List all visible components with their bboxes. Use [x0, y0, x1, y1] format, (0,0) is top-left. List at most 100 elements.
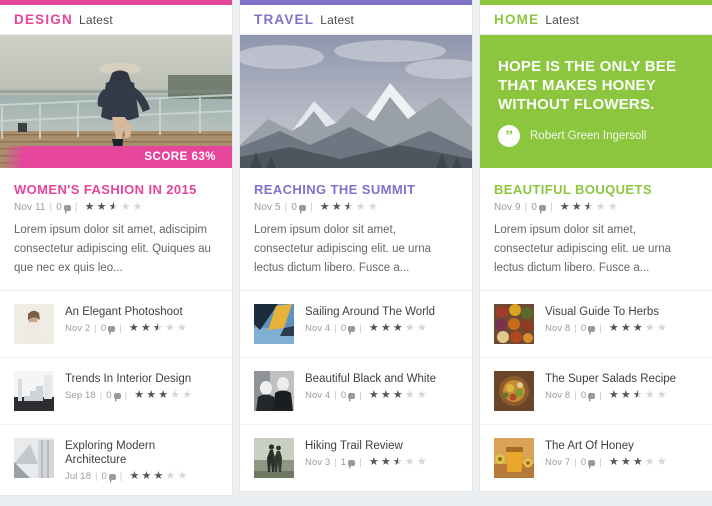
item-title[interactable]: Sailing Around The World — [305, 305, 458, 319]
post-meta: Sep 18 | 0 | ★★★★★ — [65, 390, 218, 401]
comment-bubble-icon — [588, 393, 595, 399]
rating-stars: ★★★★★ — [609, 323, 669, 334]
list-item[interactable]: Visual Guide To Herbs Nov 8 | 0 | ★★★★★ — [480, 291, 712, 358]
comment-bubble-icon — [348, 460, 355, 466]
star-icon: ★ — [393, 323, 404, 334]
quote-author: Robert Green Ingersoll — [530, 130, 646, 142]
star-icon: ★ — [393, 457, 404, 468]
comment-count: 0 — [581, 457, 586, 468]
star-icon: ★ — [633, 390, 644, 401]
category-name[interactable]: DESIGN — [14, 12, 73, 27]
category-name[interactable]: HOME — [494, 12, 539, 27]
comment-bubble-icon — [299, 205, 306, 211]
rating-stars: ★★★★★ — [129, 323, 189, 334]
featured-title[interactable]: WOMEN'S FASHION IN 2015 — [14, 182, 218, 197]
category-column-design: DESIGN Latest — [0, 0, 232, 495]
category-subtitle[interactable]: Latest — [545, 13, 579, 27]
item-thumbnail — [494, 304, 534, 344]
star-icon: ★ — [320, 202, 331, 213]
comment-bubble-icon — [114, 393, 121, 399]
star-icon: ★ — [121, 202, 132, 213]
item-thumbnail — [14, 371, 54, 411]
category-name[interactable]: TRAVEL — [254, 12, 314, 27]
star-icon: ★ — [405, 323, 416, 334]
quote-attribution: ” Robert Green Ingersoll — [498, 125, 694, 147]
rating-stars: ★★★★★ — [609, 457, 669, 468]
list-item[interactable]: Sailing Around The World Nov 4 | 0 | ★★★… — [240, 291, 472, 358]
item-thumbnail — [254, 371, 294, 411]
comment-bubble-icon — [539, 205, 546, 211]
star-icon: ★ — [572, 202, 583, 213]
star-icon: ★ — [356, 202, 367, 213]
star-icon: ★ — [560, 202, 571, 213]
hero-image[interactable]: SCORE 63% — [0, 35, 232, 168]
list-item[interactable]: An Elegant Photoshoot Nov 2 | 0 | ★★★★★ — [0, 291, 232, 358]
featured-post[interactable]: REACHING THE SUMMIT Nov 5 | 0 | ★★★★★ Lo… — [240, 168, 472, 291]
star-icon: ★ — [608, 202, 619, 213]
star-icon: ★ — [97, 202, 108, 213]
post-date: Sep 18 — [65, 390, 96, 401]
featured-excerpt: Lorem ipsum dolor sit amet, consectetur … — [254, 221, 458, 278]
list-item[interactable]: Beautiful Black and White Nov 4 | 0 | ★★… — [240, 358, 472, 425]
star-icon: ★ — [146, 390, 157, 401]
item-title[interactable]: Trends In Interior Design — [65, 372, 218, 386]
category-column-home: HOME Latest HOPE IS THE ONLY BEE THAT MA… — [480, 0, 712, 491]
list-item[interactable]: Trends In Interior Design Sep 18 | 0 | ★… — [0, 358, 232, 425]
comment-count: 0 — [102, 471, 107, 482]
featured-post[interactable]: WOMEN'S FASHION IN 2015 Nov 11 | 0 | ★★★… — [0, 168, 232, 291]
star-icon: ★ — [369, 323, 380, 334]
item-title[interactable]: Beautiful Black and White — [305, 372, 458, 386]
list-item[interactable]: Exploring Modern Architecture Jul 18 | 0… — [0, 425, 232, 495]
comment-count: 0 — [531, 202, 537, 213]
star-icon: ★ — [130, 471, 141, 482]
post-meta: Nov 8 | 0 | ★★★★★ — [545, 323, 698, 334]
item-title[interactable]: Exploring Modern Architecture — [65, 439, 218, 467]
item-title[interactable]: The Super Salads Recipe — [545, 372, 698, 386]
post-date: Nov 5 — [254, 202, 281, 213]
star-icon: ★ — [129, 323, 140, 334]
item-title[interactable]: Visual Guide To Herbs — [545, 305, 698, 319]
featured-post[interactable]: BEAUTIFUL BOUQUETS Nov 9 | 0 | ★★★★★ Lor… — [480, 168, 712, 291]
star-icon: ★ — [609, 457, 620, 468]
item-title[interactable]: The Art Of Honey — [545, 439, 698, 453]
item-title[interactable]: An Elegant Photoshoot — [65, 305, 218, 319]
featured-title[interactable]: REACHING THE SUMMIT — [254, 182, 458, 197]
hero-image[interactable] — [240, 35, 472, 168]
item-body: Beautiful Black and White Nov 4 | 0 | ★★… — [305, 371, 458, 401]
category-header: DESIGN Latest — [0, 5, 232, 35]
post-meta: Nov 3 | 1 | ★★★★★ — [305, 457, 458, 468]
star-icon: ★ — [609, 323, 620, 334]
list-item[interactable]: The Art Of Honey Nov 7 | 0 | ★★★★★ — [480, 425, 712, 491]
star-icon: ★ — [134, 390, 145, 401]
featured-title[interactable]: BEAUTIFUL BOUQUETS — [494, 182, 698, 197]
star-icon: ★ — [178, 471, 189, 482]
rating-stars: ★★★★★ — [130, 471, 190, 482]
featured-excerpt: Lorem ipsum dolor sit amet, consectetur … — [494, 221, 698, 278]
quote-hero: HOPE IS THE ONLY BEE THAT MAKES HONEY WI… — [480, 35, 712, 168]
rating-stars: ★★★★★ — [320, 202, 380, 213]
comment-bubble-icon — [588, 460, 595, 466]
comment-bubble-icon — [348, 326, 355, 332]
star-icon: ★ — [170, 390, 181, 401]
item-title[interactable]: Hiking Trail Review — [305, 439, 458, 453]
quotation-mark-icon: ” — [498, 125, 520, 147]
star-icon: ★ — [182, 390, 193, 401]
rating-stars: ★★★★★ — [85, 202, 145, 213]
post-date: Nov 9 — [494, 202, 521, 213]
list-item[interactable]: Hiking Trail Review Nov 3 | 1 | ★★★★★ — [240, 425, 472, 491]
item-body: An Elegant Photoshoot Nov 2 | 0 | ★★★★★ — [65, 304, 218, 334]
star-icon: ★ — [344, 202, 355, 213]
star-icon: ★ — [621, 390, 632, 401]
hero-photo — [240, 35, 472, 168]
category-subtitle[interactable]: Latest — [320, 13, 354, 27]
star-icon: ★ — [393, 390, 404, 401]
list-item[interactable]: The Super Salads Recipe Nov 8 | 0 | ★★★★… — [480, 358, 712, 425]
star-icon: ★ — [158, 390, 169, 401]
post-date: Nov 8 — [545, 390, 570, 401]
star-icon: ★ — [645, 323, 656, 334]
star-icon: ★ — [381, 390, 392, 401]
post-meta: Nov 2 | 0 | ★★★★★ — [65, 323, 218, 334]
category-subtitle[interactable]: Latest — [79, 13, 113, 27]
star-icon: ★ — [621, 323, 632, 334]
comment-count: 0 — [341, 390, 346, 401]
